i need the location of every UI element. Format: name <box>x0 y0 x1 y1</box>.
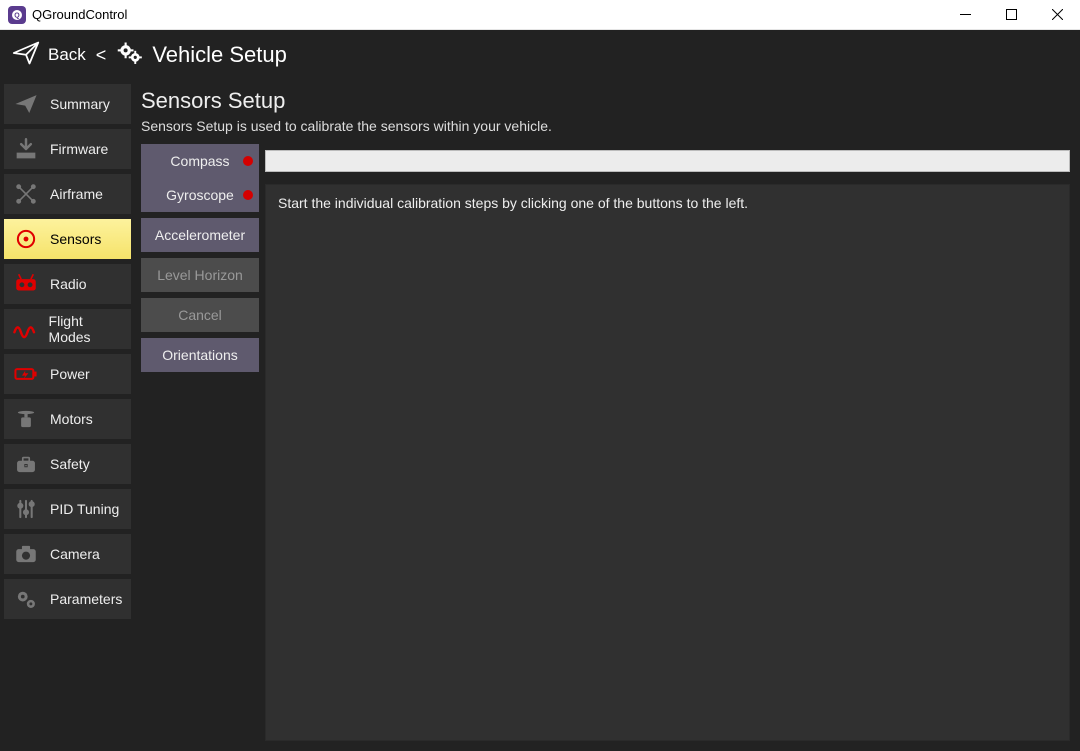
sidebar-item-label: Sensors <box>50 231 101 247</box>
sidebar-item-airframe[interactable]: Airframe <box>4 174 131 214</box>
sidebar-item-label: Summary <box>50 96 110 112</box>
sidebar-item-label: Power <box>50 366 90 382</box>
sidebar-item-label: Safety <box>50 456 90 472</box>
sidebar-item-sensors[interactable]: Sensors <box>4 219 131 259</box>
sidebar-item-label: Motors <box>50 411 93 427</box>
content: Sensors Setup Sensors Setup is used to c… <box>135 80 1080 751</box>
paperplane-icon[interactable] <box>12 39 40 72</box>
instruction-box: Start the individual calibration steps b… <box>265 184 1070 741</box>
level-horizon-label: Level Horizon <box>157 267 243 283</box>
calib-row-rest: Gyroscope Accelerometer Level Horizon Ca… <box>141 178 1070 741</box>
sidebar-item-parameters[interactable]: Parameters <box>4 579 131 619</box>
window-title: QGroundControl <box>32 7 127 22</box>
orientations-button[interactable]: Orientations <box>141 338 259 372</box>
calib-col: Gyroscope Accelerometer Level Horizon Ca… <box>141 178 259 741</box>
orientations-label: Orientations <box>162 347 237 363</box>
level-horizon-button: Level Horizon <box>141 258 259 292</box>
target-icon <box>10 223 42 255</box>
sidebar-item-flight-modes[interactable]: Flight Modes <box>4 309 131 349</box>
quad-icon <box>10 178 42 210</box>
content-title: Sensors Setup <box>141 88 1070 114</box>
sidebar-item-summary[interactable]: Summary <box>4 84 131 124</box>
calib-row-top: Compass <box>141 144 1070 178</box>
svg-text:Q: Q <box>14 12 20 19</box>
accelerometer-button[interactable]: Accelerometer <box>141 218 259 252</box>
sidebar-item-camera[interactable]: Camera <box>4 534 131 574</box>
back-button[interactable]: Back <box>48 45 86 65</box>
sidebar-item-firmware[interactable]: Firmware <box>4 129 131 169</box>
sidebar-item-power[interactable]: Power <box>4 354 131 394</box>
progress-bar <box>265 150 1070 172</box>
app-body: Back < Vehicle Setup Summary Firmware Airf… <box>0 30 1080 751</box>
sidebar-item-label: PID Tuning <box>50 501 119 517</box>
titlebar-left: Q QGroundControl <box>8 6 127 24</box>
sidebar-item-label: Parameters <box>50 591 122 607</box>
status-dot-icon <box>243 156 253 166</box>
window-titlebar: Q QGroundControl <box>0 0 1080 30</box>
accelerometer-label: Accelerometer <box>155 227 245 243</box>
briefcase-icon <box>10 448 42 480</box>
compass-label: Compass <box>170 153 229 169</box>
sidebar-item-motors[interactable]: Motors <box>4 399 131 439</box>
sidebar-item-label: Firmware <box>50 141 108 157</box>
gears-icon <box>10 583 42 615</box>
sidebar-item-label: Radio <box>50 276 87 292</box>
window-controls <box>942 0 1080 30</box>
gyroscope-button[interactable]: Gyroscope <box>141 178 259 212</box>
sidebar-item-label: Camera <box>50 546 100 562</box>
battery-icon <box>10 358 42 390</box>
rc-icon <box>10 268 42 300</box>
app-icon: Q <box>8 6 26 24</box>
sidebar: Summary Firmware Airframe Sensors Radio Fligh… <box>0 80 135 751</box>
sidebar-item-label: Flight Modes <box>49 313 125 345</box>
content-description: Sensors Setup is used to calibrate the s… <box>141 118 1070 134</box>
paperplane-icon <box>10 88 42 120</box>
motor-icon <box>10 403 42 435</box>
sidebar-item-pid-tuning[interactable]: PID Tuning <box>4 489 131 529</box>
wave-icon <box>10 313 41 345</box>
sliders-icon <box>10 493 42 525</box>
download-icon <box>10 133 42 165</box>
cancel-label: Cancel <box>178 307 222 323</box>
minimize-button[interactable] <box>942 0 988 30</box>
maximize-button[interactable] <box>988 0 1034 30</box>
back-chevron: < <box>96 45 107 66</box>
close-button[interactable] <box>1034 0 1080 30</box>
sidebar-item-radio[interactable]: Radio <box>4 264 131 304</box>
main: Summary Firmware Airframe Sensors Radio Fligh… <box>0 80 1080 751</box>
compass-button[interactable]: Compass <box>141 144 259 178</box>
gyroscope-label: Gyroscope <box>166 187 234 203</box>
page-title: Vehicle Setup <box>152 42 287 68</box>
sidebar-item-label: Airframe <box>50 186 103 202</box>
cancel-button: Cancel <box>141 298 259 332</box>
camera-icon <box>10 538 42 570</box>
status-dot-icon <box>243 190 253 200</box>
sidebar-item-safety[interactable]: Safety <box>4 444 131 484</box>
instruction-text: Start the individual calibration steps b… <box>278 195 748 211</box>
header: Back < Vehicle Setup <box>0 30 1080 80</box>
gears-icon <box>116 39 144 72</box>
